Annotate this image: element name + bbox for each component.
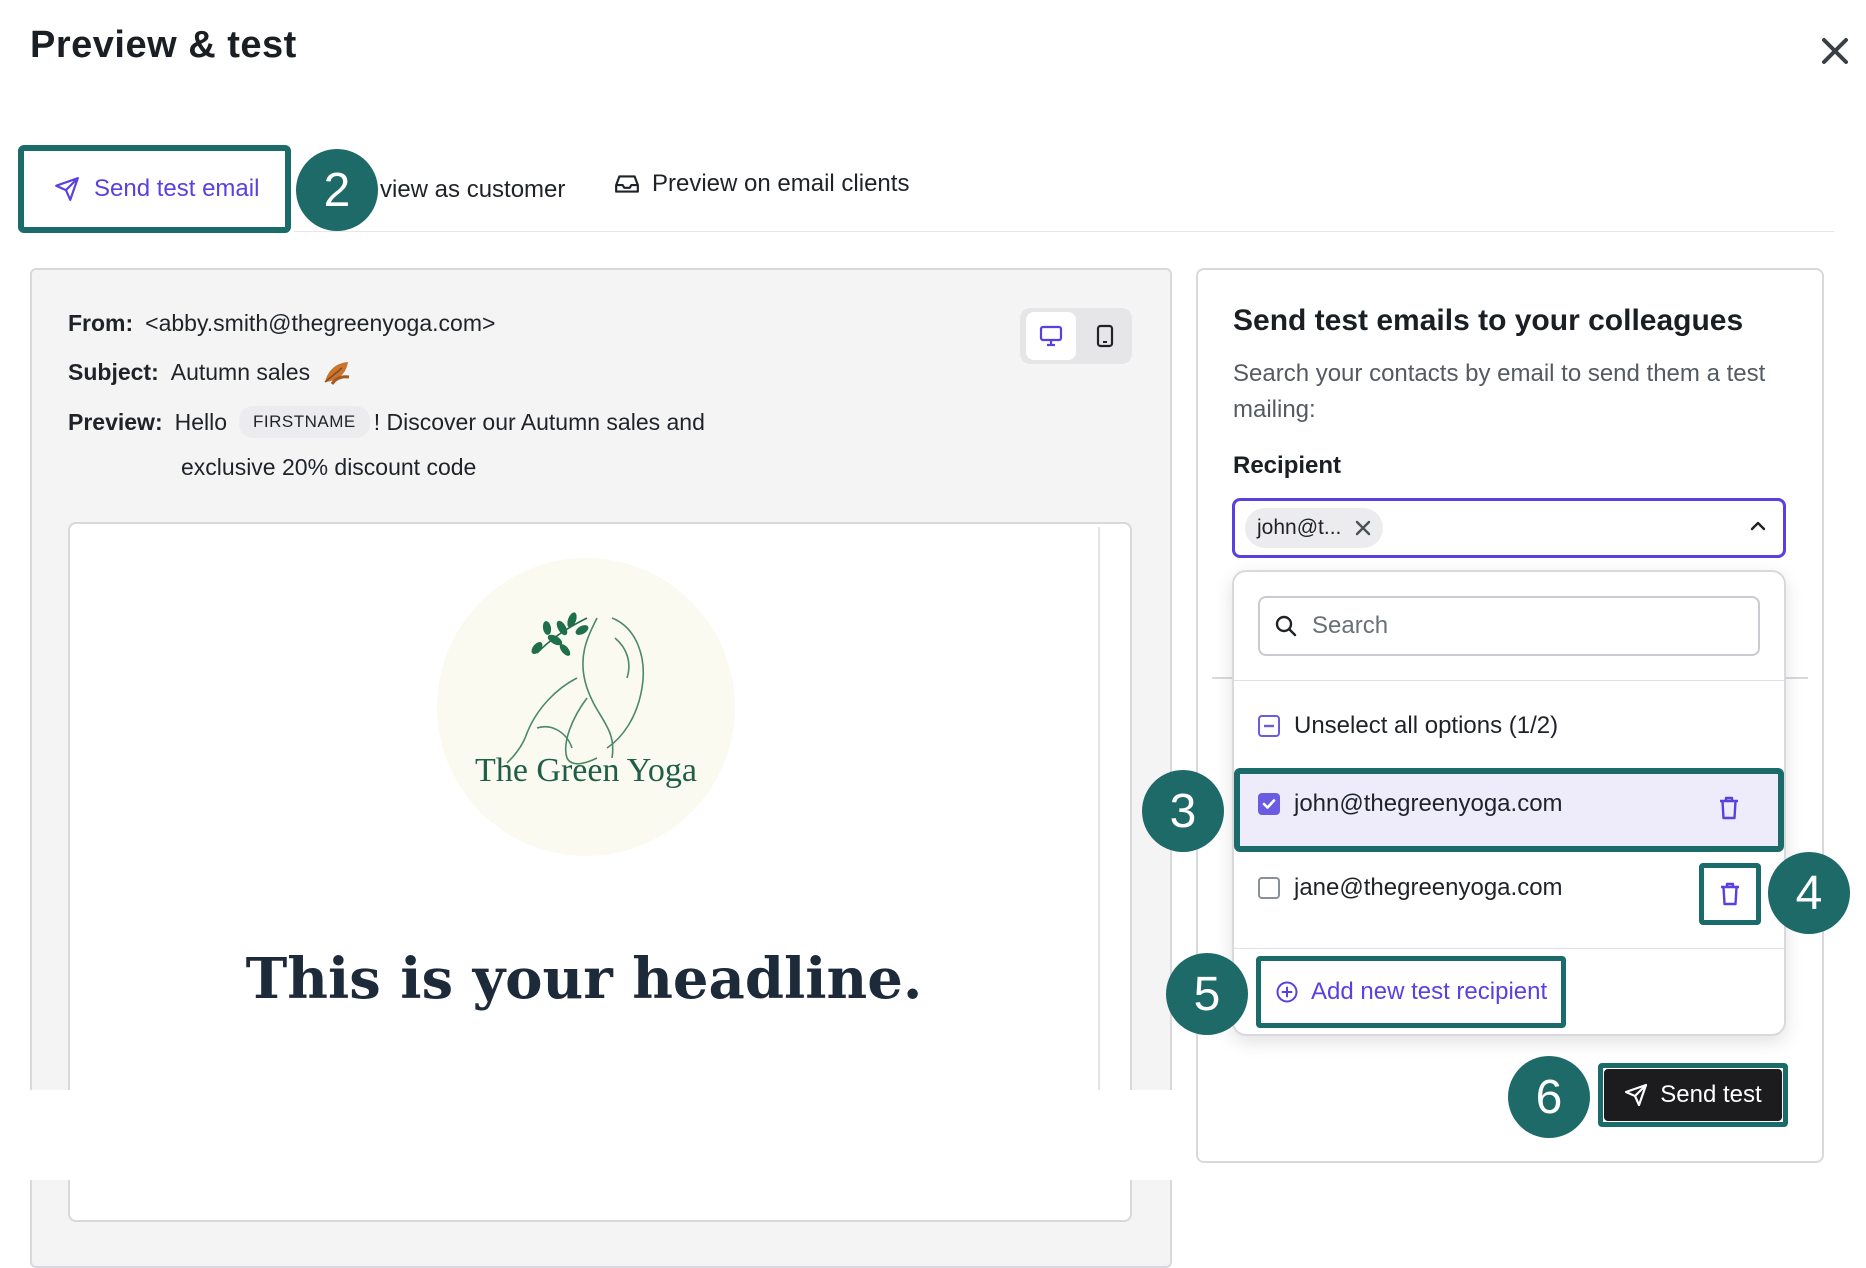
trash-icon (1720, 796, 1738, 820)
tab-preview-email-clients[interactable]: Preview on email clients (614, 170, 909, 198)
recipient-label: Recipient (1233, 452, 1342, 479)
tab-preview-as-customer[interactable]: view as customer (380, 176, 565, 204)
check-icon (1262, 799, 1276, 809)
preview-text: ! Discover our Autumn sales and (373, 408, 705, 435)
add-recipient-label: Add new test recipient (1311, 978, 1548, 1005)
tabs-divider (294, 231, 1834, 232)
step-badge-5: 5 (1166, 953, 1248, 1035)
option-john[interactable]: john@thegreenyoga.com (1258, 790, 1563, 818)
dropdown-divider (1234, 948, 1784, 949)
tab-label: Send test email (94, 175, 260, 202)
preview-line-2: exclusive 20% discount code (181, 454, 477, 480)
tab-label: Preview on email clients (652, 170, 910, 197)
email-headline: This is your headline. (245, 946, 923, 1012)
step-badge-6: 6 (1508, 1056, 1590, 1138)
subject-label: Subject: (68, 358, 159, 385)
from-line: From: <abby.smith@thegreenyoga.com> (68, 310, 495, 337)
option-email: john@thegreenyoga.com (1294, 790, 1563, 817)
desktop-view-button[interactable] (1026, 312, 1076, 360)
subject-value: Autumn sales (170, 358, 311, 385)
dropdown-divider (1234, 680, 1784, 681)
recipient-chip-label: john@t... (1257, 516, 1342, 539)
trash-icon (1721, 882, 1739, 906)
send-test-button[interactable]: Send test (1604, 1069, 1782, 1121)
preview-hello: Hello (174, 408, 228, 435)
panel-description: Search your contacts by email to send th… (1233, 360, 1766, 423)
close-icon (1822, 38, 1848, 64)
preview-line: Preview: Hello FIRSTNAME ! Discover our … (68, 406, 705, 438)
leaf-icon (324, 362, 350, 385)
panel-title: Send test emails to your colleagues (1233, 304, 1744, 337)
checkbox-checked[interactable] (1258, 793, 1280, 815)
checkbox-unchecked[interactable] (1258, 877, 1280, 899)
inbox-icon (615, 175, 639, 193)
brand-logo-text: The Green Yoga (475, 752, 697, 789)
step-badge-2: 2 (296, 149, 378, 231)
subject-line: Subject: Autumn sales (68, 358, 352, 386)
delete-john-button[interactable] (1718, 796, 1740, 825)
minus-icon (1264, 724, 1274, 728)
unselect-all-option[interactable]: Unselect all options (1/2) (1258, 712, 1558, 740)
step-badge-4: 4 (1768, 852, 1850, 934)
preview-label: Preview: (68, 408, 163, 435)
page-title: Preview & test (30, 24, 297, 66)
tab-send-test-email[interactable]: Send test email (18, 145, 291, 233)
option-email: jane@thegreenyoga.com (1294, 874, 1563, 901)
search-input[interactable]: Search (1258, 596, 1760, 656)
plus-circle-icon (1276, 981, 1298, 1003)
recipient-chip: john@t... (1245, 508, 1384, 548)
unselect-all-label: Unselect all options (1/2) (1294, 712, 1559, 739)
step-badge-3: 3 (1142, 770, 1224, 852)
brand-logo (437, 558, 735, 856)
from-label: From: (68, 310, 134, 336)
send-icon (55, 177, 79, 201)
mobile-icon (1096, 324, 1114, 348)
search-icon (1275, 615, 1297, 637)
add-recipient-button[interactable]: Add new test recipient (1256, 956, 1566, 1028)
option-jane[interactable]: jane@thegreenyoga.com (1258, 874, 1563, 902)
yoga-figure-icon (506, 612, 644, 765)
mobile-view-button[interactable] (1080, 312, 1130, 360)
firstname-token: FIRSTNAME (239, 406, 370, 438)
remove-chip-icon[interactable] (1355, 520, 1371, 536)
from-value: <abby.smith@thegreenyoga.com> (145, 310, 496, 336)
email-scrollbar[interactable] (1098, 527, 1100, 1177)
close-button[interactable] (1818, 34, 1852, 68)
send-test-label: Send test (1660, 1081, 1762, 1108)
search-placeholder: Search (1312, 612, 1389, 639)
desktop-icon (1039, 325, 1063, 347)
send-icon (1625, 1083, 1648, 1107)
chevron-up-icon[interactable] (1748, 516, 1768, 541)
delete-jane-button[interactable] (1699, 863, 1761, 925)
crop-mask (0, 1090, 1190, 1180)
indeterminate-checkbox[interactable] (1258, 715, 1280, 737)
